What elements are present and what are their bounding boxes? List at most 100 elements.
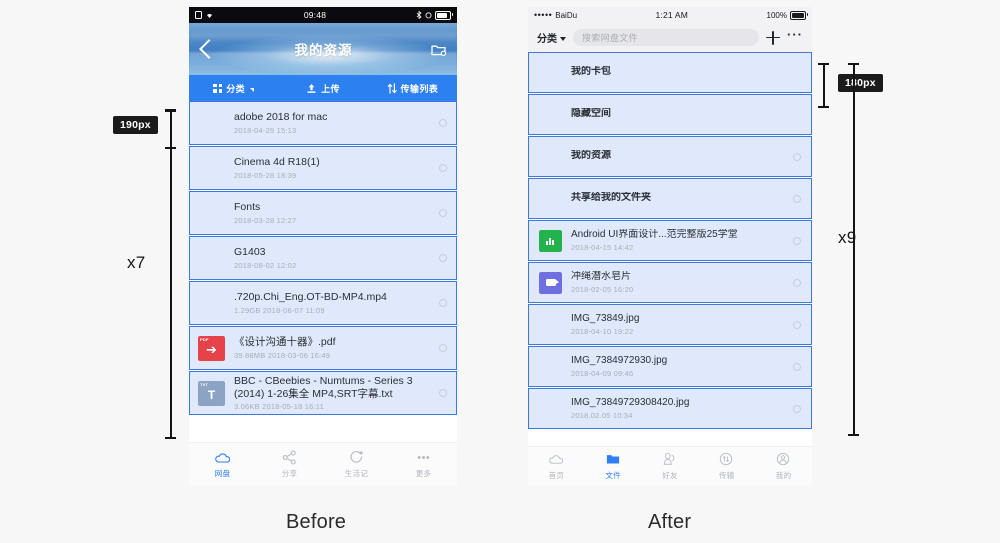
category-dropdown[interactable]: 分类 xyxy=(537,30,566,45)
toolbar-item-category[interactable]: 分类 xyxy=(189,82,278,95)
file-name: 共享给我的文件夹 xyxy=(571,192,651,204)
file-meta: IMG_73849729308420.jpg 2018.02.05 10:34 xyxy=(571,397,787,420)
select-radio[interactable] xyxy=(439,164,447,172)
txt-file-icon: TXT T xyxy=(198,380,225,406)
file-thumbnail: TXT T xyxy=(198,380,225,406)
file-subtitle: 2018-08-02 12:02 xyxy=(234,260,297,270)
tab-files[interactable]: 文件 xyxy=(585,452,642,481)
file-list-item[interactable]: 冲绳潜水皂片 2018-02-05 16:20 xyxy=(528,262,812,303)
file-list-item[interactable]: IMG_73849.jpg 2018-04-10 19:22 xyxy=(528,304,812,345)
file-list-item[interactable]: G1403 2018-08-02 12:02 xyxy=(189,236,457,280)
video-file-icon xyxy=(539,271,562,294)
file-thumbnail xyxy=(539,398,562,420)
file-thumbnail xyxy=(198,291,225,316)
tab-label: 文件 xyxy=(605,470,621,480)
file-name: 隐藏空间 xyxy=(571,108,611,120)
select-radio[interactable] xyxy=(793,278,801,287)
right-status-time: 1:21 AM xyxy=(655,10,689,20)
left-file-list[interactable]: adobe 2018 for mac 2018-04-25 15:13 Cinema… xyxy=(189,101,457,415)
right-toolbar: 分类 搜索网盘文件 ··· xyxy=(528,23,812,52)
sim-icon xyxy=(195,11,202,19)
bluetooth-icon xyxy=(416,11,422,19)
file-thumbnail xyxy=(539,188,562,210)
file-list-item[interactable]: TXT T BBC - CBeebies - Numtums - Series 3 … xyxy=(189,371,457,415)
share-icon xyxy=(282,449,297,465)
file-thumbnail xyxy=(198,201,225,226)
more-dots-icon[interactable]: ··· xyxy=(787,28,803,43)
alarm-icon xyxy=(425,12,432,19)
select-radio[interactable] xyxy=(439,209,447,217)
select-radio[interactable] xyxy=(793,404,801,413)
toolbar-label: 传输列表 xyxy=(400,83,439,94)
search-placeholder: 搜索网盘文件 xyxy=(582,33,638,43)
select-radio[interactable] xyxy=(793,194,801,203)
plus-icon[interactable] xyxy=(766,30,780,45)
tab-friends[interactable]: 好友 xyxy=(642,452,699,481)
tab-transfer[interactable]: 传输 xyxy=(698,452,755,481)
select-radio[interactable] xyxy=(793,362,801,371)
select-radio[interactable] xyxy=(439,119,447,127)
file-list-item[interactable]: adobe 2018 for mac 2018-04-25 15:13 xyxy=(189,101,457,145)
right-row-height-badge: 180px xyxy=(838,74,883,92)
select-radio[interactable] xyxy=(439,299,447,307)
upload-icon xyxy=(307,83,316,93)
file-list-item[interactable]: 隐藏空间 xyxy=(528,94,812,135)
more-dots-icon xyxy=(416,450,431,465)
file-meta: G1403 2018-08-02 12:02 xyxy=(234,246,433,270)
select-radio[interactable] xyxy=(439,344,447,352)
left-tab-bar: 网盘 分享 生活记 更多 xyxy=(189,442,457,485)
file-thumbnail xyxy=(539,356,562,378)
folder-icon xyxy=(606,452,621,467)
file-subtitle: 2018-05-28 18:39 xyxy=(234,170,297,180)
file-list-item[interactable]: IMG_73849729308420.jpg 2018.02.05 10:34 xyxy=(528,388,812,429)
new-folder-icon[interactable] xyxy=(431,43,447,56)
file-meta: 《设计沟通十器》.pdf 39.88MB 2018-03-06 16:49 xyxy=(234,336,433,360)
select-radio[interactable] xyxy=(793,236,801,245)
search-input[interactable]: 搜索网盘文件 xyxy=(573,29,759,46)
tab-home[interactable]: 首页 xyxy=(528,452,585,481)
select-radio[interactable] xyxy=(439,254,447,262)
file-list-item[interactable]: Fonts 2018-03-28 12:27 xyxy=(189,191,457,235)
select-radio[interactable] xyxy=(793,152,801,161)
file-list-item[interactable]: Cinema 4d R18(1) 2018-05-28 18:39 xyxy=(189,146,457,190)
select-radio[interactable] xyxy=(793,320,801,329)
category-label: 分类 xyxy=(537,34,557,45)
file-meta: 我的卡包 xyxy=(571,66,787,78)
select-radio[interactable] xyxy=(439,389,447,397)
left-list-extent-measure xyxy=(165,110,176,439)
toolbar-label: 上传 xyxy=(321,83,340,94)
tab-life[interactable]: 生活记 xyxy=(323,450,390,479)
tab-label: 好友 xyxy=(662,470,678,480)
file-list-item[interactable]: Android UI界面设计...范完整版25学堂 2018-04-15 14:4… xyxy=(528,220,812,261)
file-list-item[interactable]: .720p.Chi_Eng.OT-BD-MP4.mp4 1.29GB 2018-0… xyxy=(189,281,457,325)
toolbar-label: 分类 xyxy=(226,83,246,94)
transfer-icon xyxy=(719,452,734,467)
tab-more[interactable]: 更多 xyxy=(390,450,457,479)
file-thumbnail xyxy=(539,104,562,126)
left-status-right xyxy=(416,10,453,20)
tab-share[interactable]: 分享 xyxy=(256,449,323,479)
file-list-item[interactable]: PDF ➔ 《设计沟通十器》.pdf 39.88MB 2018-03-06 16:49 xyxy=(189,326,457,370)
toolbar-item-transfer[interactable]: 传输列表 xyxy=(368,82,457,95)
tab-label: 我的 xyxy=(775,470,792,480)
right-status-carrier: ••••• BaiDu xyxy=(534,10,577,20)
tab-wangpan[interactable]: 网盘 xyxy=(189,450,256,479)
file-name: BBC - CBeebies - Numtums - Series 3 (201… xyxy=(234,374,413,400)
tab-mine[interactable]: 我的 xyxy=(755,452,812,481)
file-subtitle: 2018-04-15 14:42 xyxy=(571,243,634,253)
file-thumbnail xyxy=(539,229,562,252)
file-meta: IMG_73849.jpg 2018-04-10 19:22 xyxy=(571,313,787,336)
file-thumbnail xyxy=(198,246,225,271)
file-list-item[interactable]: 我的卡包 xyxy=(528,52,812,93)
file-list-item[interactable]: 共享给我的文件夹 xyxy=(528,178,812,219)
toolbar-item-upload[interactable]: 上传 xyxy=(278,82,367,95)
left-row-height-badge: 190px xyxy=(113,116,158,134)
file-thumbnail xyxy=(539,62,562,84)
file-list-item[interactable]: 我的资源 xyxy=(528,136,812,177)
file-list-item[interactable]: IMG_7384972930.jpg 2018-04-09 09:46 xyxy=(528,346,812,387)
file-thumbnail: PDF ➔ xyxy=(198,335,225,361)
right-file-list[interactable]: 我的卡包隐藏空间我的资源共享给我的文件夹 Android UI界面设计...范完整… xyxy=(528,52,812,429)
after-phone-mockup: ••••• BaiDu 1:21 AM 100% 分类 搜索网盘文件 ··· 我… xyxy=(528,7,812,485)
right-status-battery: 100% xyxy=(767,10,808,20)
file-meta: 共享给我的文件夹 xyxy=(571,192,787,204)
